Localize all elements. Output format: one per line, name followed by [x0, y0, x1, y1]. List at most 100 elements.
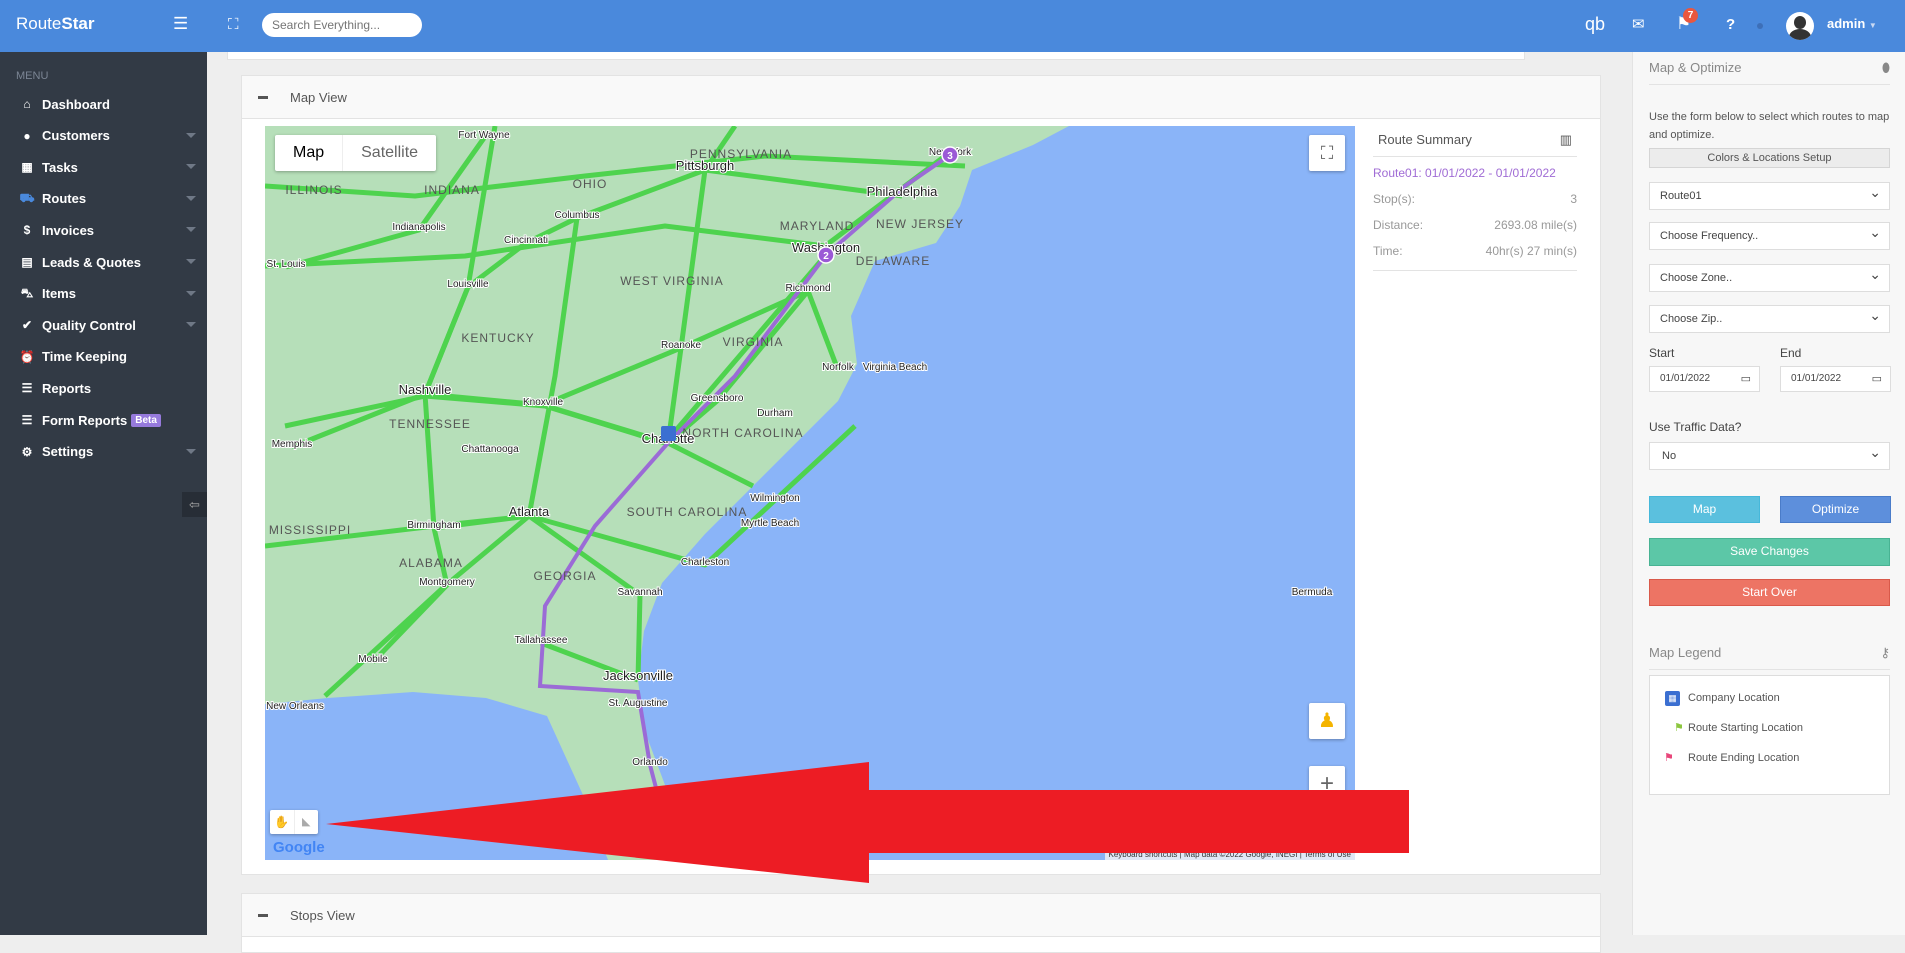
map-label: Myrtle Beach [741, 518, 799, 529]
sidebar-item-label: Form Reports [42, 412, 128, 428]
panel-title: Stops View [290, 907, 355, 923]
map-label: INDIANA [424, 183, 480, 197]
file-icon: ▤ [21, 255, 33, 269]
sidebar-item-label: Time Keeping [42, 349, 128, 365]
map-marker-icon: ⬮ [1881, 60, 1890, 75]
sidebar-item-routes[interactable]: ⛟ Routes [16, 187, 196, 211]
terms-link[interactable]: Terms of Use [1304, 850, 1351, 859]
green-flag-icon: ⚑ [1674, 722, 1684, 734]
caret-down-icon [186, 227, 196, 233]
map-label: Virginia Beach [863, 362, 927, 373]
zone-select[interactable]: Choose Zone.. [1649, 261, 1890, 292]
list-icon: ☰ [21, 413, 33, 427]
save-changes-button[interactable]: Save Changes [1649, 538, 1890, 566]
sidebar-item-label: Quality Control [42, 317, 136, 333]
help-icon[interactable]: ? [1726, 16, 1735, 33]
map-label: Norfolk [822, 362, 855, 373]
map-type-satellite[interactable]: Satellite [343, 135, 436, 171]
route-select[interactable]: Route01 [1649, 179, 1890, 210]
end-date-input[interactable]: 01/01/2022 ▭ [1780, 366, 1891, 392]
map-label: Wilmington [750, 493, 799, 504]
sidebar-item-tasks[interactable]: ▦ Tasks [16, 155, 196, 179]
start-label: Start [1649, 346, 1675, 360]
map-type-map[interactable]: Map [275, 135, 344, 171]
sidebar-item-time-keeping[interactable]: ⏰ Time Keeping [16, 345, 196, 369]
brand-text: Route [16, 14, 62, 33]
sidebar-item-reports[interactable]: ☰ Reports [16, 376, 196, 400]
status-dot [1757, 23, 1763, 29]
summary-row-stops: Stop(s): 3 [1373, 192, 1577, 206]
panel-description: Use the form below to select which route… [1649, 111, 1890, 141]
map-label: DELAWARE [856, 254, 930, 268]
sidebar-item-label: Reports [42, 380, 92, 396]
collapse-sidebar-icon[interactable]: ⇦ [182, 492, 207, 517]
map-view-header[interactable]: Map View [242, 76, 1600, 119]
collapse-icon[interactable] [258, 913, 268, 917]
caret-down-icon [186, 195, 196, 201]
user-menu[interactable]: admin ▼ [1827, 16, 1877, 31]
map-label: Louisville [447, 279, 489, 290]
map-label: MISSISSIPPI [269, 523, 351, 537]
sidebar-item-dashboard[interactable]: ⌂ Dashboard [16, 92, 196, 116]
polygon-draw-icon[interactable]: ◣ [295, 810, 319, 834]
hand-pan-icon[interactable]: ✋ [270, 810, 295, 834]
quickbooks-icon[interactable]: qb [1585, 14, 1605, 35]
optimize-button[interactable]: Optimize [1780, 496, 1891, 523]
hamburger-menu-icon[interactable]: ☰ [173, 14, 188, 34]
collapse-icon[interactable] [258, 95, 268, 99]
traffic-label: Use Traffic Data? [1649, 420, 1742, 434]
map-label: VIRGINIA [723, 335, 784, 349]
beta-badge: Beta [131, 413, 161, 427]
start-over-button[interactable]: Start Over [1649, 579, 1890, 606]
fullscreen-map-icon[interactable]: ⛶ [1309, 135, 1345, 171]
mail-icon[interactable]: ✉ [1632, 15, 1645, 33]
legend-company: Company Location [1688, 692, 1780, 704]
colors-locations-setup-button[interactable]: Colors & Locations Setup [1649, 148, 1890, 168]
map-label: Birmingham [407, 520, 460, 531]
sidebar: MENU ⌂ Dashboard ● Customers ▦ Tasks ⛟ Routes $ I… [0, 52, 207, 935]
map-label: Pittsburgh [676, 158, 735, 173]
map-label: SOUTH CAROLINA [627, 505, 748, 519]
brand-logo[interactable]: RouteStar [16, 14, 94, 34]
map-label: ALABAMA [399, 556, 463, 570]
sidebar-item-label: Dashboard [42, 96, 110, 112]
sidebar-item-items[interactable]: ⛍ Items [16, 282, 196, 306]
map-optimize-panel: Map & Optimize ⬮ Use the form below to se… [1632, 52, 1905, 935]
traffic-select[interactable]: No [1649, 439, 1890, 470]
sidebar-item-leads-quotes[interactable]: ▤ Leads & Quotes [16, 250, 196, 274]
map-legend: ▦ Company Location ⚑ Route Starting Loca… [1649, 675, 1890, 795]
sidebar-item-settings[interactable]: ⚙ Settings [16, 440, 196, 464]
map-label: ILLINOIS [285, 183, 342, 197]
map-label: Atlanta [509, 504, 550, 519]
user-check-icon: ✔ [21, 318, 33, 333]
avatar[interactable] [1786, 12, 1814, 40]
fullscreen-icon[interactable]: ⛶ [228, 16, 239, 33]
sidebar-item-label: Leads & Quotes [42, 254, 141, 270]
frequency-select[interactable]: Choose Frequency.. [1649, 219, 1890, 250]
sidebar-item-label: Items [42, 286, 76, 302]
street-view-pegman-icon[interactable]: ♟ [1309, 703, 1345, 739]
sidebar-item-invoices[interactable]: $ Invoices [16, 218, 196, 242]
map-label: Knoxville [523, 397, 563, 408]
stops-view-header[interactable]: Stops View [242, 894, 1600, 937]
map-label: Fort Wayne [458, 130, 510, 141]
map-label: Indianapolis [392, 222, 445, 233]
map-label: Roanoke [661, 340, 701, 351]
keyboard-shortcuts-link[interactable]: Keyboard shortcuts [1109, 850, 1178, 859]
sidebar-item-form-reports[interactable]: ☰ Form Reports Beta [16, 408, 196, 432]
zoom-in-button[interactable]: + [1309, 766, 1345, 802]
map-canvas[interactable]: Fort WayneILLINOIS INDIANA OHIOPENNSYLVANI… [265, 126, 1355, 860]
end-label: End [1780, 346, 1802, 360]
summary-row-time: Time: 40hr(s) 27 min(s) [1373, 244, 1577, 258]
map-button[interactable]: Map [1649, 496, 1760, 523]
start-date-input[interactable]: 01/01/2022 ▭ [1649, 366, 1760, 392]
map[interactable]: Fort Wayne ILLINOIS INDIANA OHIO PENNSYLVANI… [265, 126, 1355, 860]
zip-select[interactable]: Choose Zip.. [1649, 302, 1890, 333]
sidebar-item-quality-control[interactable]: ✔ Quality Control [16, 313, 196, 337]
sidebar-item-customers[interactable]: ● Customers [16, 124, 196, 148]
map-label: Greensboro [691, 393, 744, 404]
search-input[interactable] [262, 13, 422, 37]
dollar-icon: $ [23, 223, 31, 238]
map-label: Bermuda [1292, 587, 1333, 598]
map-optimize-header: Map & Optimize ⬮ [1649, 60, 1890, 85]
